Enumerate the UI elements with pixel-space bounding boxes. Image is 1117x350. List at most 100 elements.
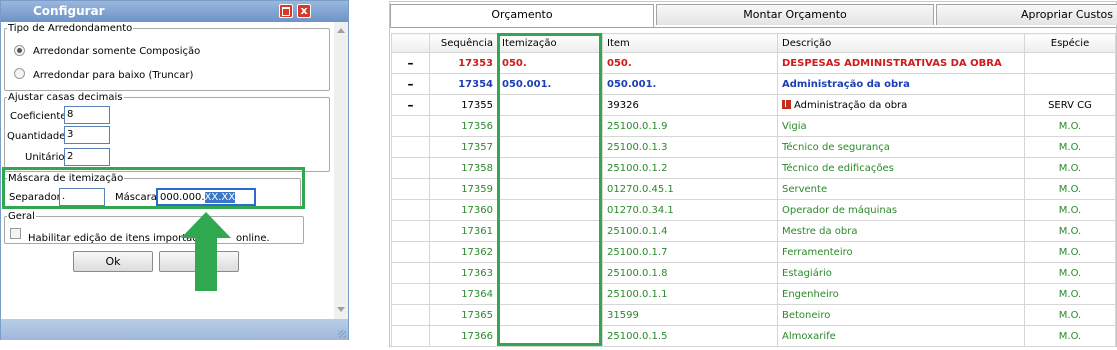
cell-especie — [1024, 73, 1116, 95]
cell-descricao: Almoxarife — [777, 325, 1025, 347]
cell-especie: M.O. — [1024, 157, 1116, 179]
rounding-legend: Tipo de Arredondamento — [8, 23, 133, 34]
maximize-icon[interactable] — [279, 4, 293, 18]
ok-button[interactable]: Ok — [73, 251, 153, 272]
cell-sequencia: 17363 — [429, 262, 498, 284]
cell-especie: M.O. — [1024, 283, 1116, 305]
row-toggle-icon[interactable]: – — [391, 52, 430, 74]
cell-especie: M.O. — [1024, 178, 1116, 200]
dialog-footer — [1, 319, 348, 340]
cell-descricao: Técnico de edificações — [777, 157, 1025, 179]
cell-sequencia: 17354 — [429, 73, 498, 95]
cell-descricao: Betoneiro — [777, 304, 1025, 326]
cell-especie: M.O. — [1024, 241, 1116, 263]
general-legend: Geral — [8, 211, 35, 222]
cell-sequencia: 17365 — [429, 304, 498, 326]
mask-highlight-box — [2, 167, 305, 209]
cell-especie: M.O. — [1024, 220, 1116, 242]
tab-divider — [390, 27, 1116, 28]
resize-grip-icon[interactable] — [338, 330, 346, 338]
cell-descricao-text: Administração da obra — [794, 99, 908, 111]
row-toggle-icon[interactable]: – — [391, 94, 430, 116]
cell-sequencia: 17358 — [429, 157, 498, 179]
cell-item: 25100.0.1.5 — [602, 325, 778, 347]
header-sequencia[interactable]: Sequência — [429, 33, 498, 53]
row-toggle-icon[interactable]: – — [391, 73, 430, 95]
tab-orcamento[interactable]: Orçamento — [390, 4, 654, 28]
dialog-scrollbar[interactable] — [334, 22, 348, 319]
row-toggle-icon — [391, 220, 430, 242]
cell-item: 31599 — [602, 304, 778, 326]
scroll-down-icon[interactable] — [337, 307, 345, 312]
cell-item: 39326 — [602, 94, 778, 116]
row-toggle-icon — [391, 199, 430, 221]
close-icon[interactable]: x — [297, 4, 311, 18]
tab-apropriar-custos[interactable]: Apropriar Custos — [936, 4, 1117, 25]
scroll-up-icon[interactable] — [337, 28, 345, 33]
header-toggle — [391, 33, 430, 53]
row-toggle-icon — [391, 304, 430, 326]
cell-sequencia: 17366 — [429, 325, 498, 347]
radio-round-truncate-label: Arredondar para baixo (Truncar) — [33, 70, 194, 81]
unit-label: Unitário: — [25, 152, 68, 163]
cell-descricao: Técnico de segurança — [777, 136, 1025, 158]
quantity-label: Quantidade: — [7, 131, 69, 142]
unit-input[interactable]: 2 — [64, 148, 110, 166]
cell-sequencia: 17355 — [429, 94, 498, 116]
cell-item: 25100.0.1.1 — [602, 283, 778, 305]
cell-sequencia: 17359 — [429, 178, 498, 200]
cell-descricao: Administração da obra — [777, 73, 1025, 95]
composition-icon — [782, 99, 791, 109]
cell-descricao: DESPESAS ADMINISTRATIVAS DA OBRA — [777, 52, 1025, 74]
radio-round-composition-label: Arredondar somente Composição — [33, 46, 201, 57]
coefficient-label: Coeficiente: — [10, 111, 70, 122]
cell-especie: M.O. — [1024, 136, 1116, 158]
cell-especie — [1024, 52, 1116, 74]
itemizacao-highlight-box — [497, 33, 602, 346]
enable-edit-checkbox[interactable] — [10, 228, 21, 239]
row-toggle-icon — [391, 283, 430, 305]
cell-sequencia: 17360 — [429, 199, 498, 221]
header-item[interactable]: Item — [602, 33, 778, 53]
cell-descricao: Administração da obra — [777, 94, 1025, 116]
decimals-legend: Ajustar casas decimais — [8, 92, 123, 103]
cell-item: 25100.0.1.8 — [602, 262, 778, 284]
cell-item: 050.001. — [602, 73, 778, 95]
cell-sequencia: 17362 — [429, 241, 498, 263]
cell-sequencia: 17353 — [429, 52, 498, 74]
cell-item: 050. — [602, 52, 778, 74]
cell-item: 01270.0.34.1 — [602, 199, 778, 221]
header-descricao[interactable]: Descrição — [777, 33, 1025, 53]
cell-especie: M.O. — [1024, 325, 1116, 347]
quantity-input[interactable]: 3 — [64, 126, 110, 144]
cell-especie: M.O. — [1024, 115, 1116, 137]
cell-sequencia: 17361 — [429, 220, 498, 242]
row-toggle-icon — [391, 241, 430, 263]
cell-descricao: Estagiário — [777, 262, 1025, 284]
cell-sequencia: 17357 — [429, 136, 498, 158]
cell-item: 25100.0.1.9 — [602, 115, 778, 137]
cell-descricao: Ferramenteiro — [777, 241, 1025, 263]
row-toggle-icon — [391, 157, 430, 179]
tab-montar-orcamento[interactable]: Montar Orçamento — [656, 4, 934, 25]
header-especie[interactable]: Espécie — [1024, 33, 1116, 53]
cell-descricao: Vigia — [777, 115, 1025, 137]
cell-especie: M.O. — [1024, 262, 1116, 284]
dialog-title: Configurar — [1, 1, 348, 22]
cell-item: 01270.0.45.1 — [602, 178, 778, 200]
cell-item: 25100.0.1.3 — [602, 136, 778, 158]
cell-especie: M.O. — [1024, 304, 1116, 326]
cell-especie: SERV CG — [1024, 94, 1116, 116]
cell-descricao: Engenheiro — [777, 283, 1025, 305]
cell-item: 25100.0.1.7 — [602, 241, 778, 263]
radio-round-composition[interactable] — [14, 45, 25, 56]
radio-round-truncate[interactable] — [14, 68, 25, 79]
cell-descricao: Operador de máquinas — [777, 199, 1025, 221]
cell-item: 25100.0.1.4 — [602, 220, 778, 242]
cell-sequencia: 17356 — [429, 115, 498, 137]
cell-sequencia: 17364 — [429, 283, 498, 305]
enable-edit-label-end: online. — [236, 233, 270, 244]
coefficient-input[interactable]: 8 — [64, 106, 110, 124]
cell-descricao: Mestre da obra — [777, 220, 1025, 242]
row-toggle-icon — [391, 115, 430, 137]
